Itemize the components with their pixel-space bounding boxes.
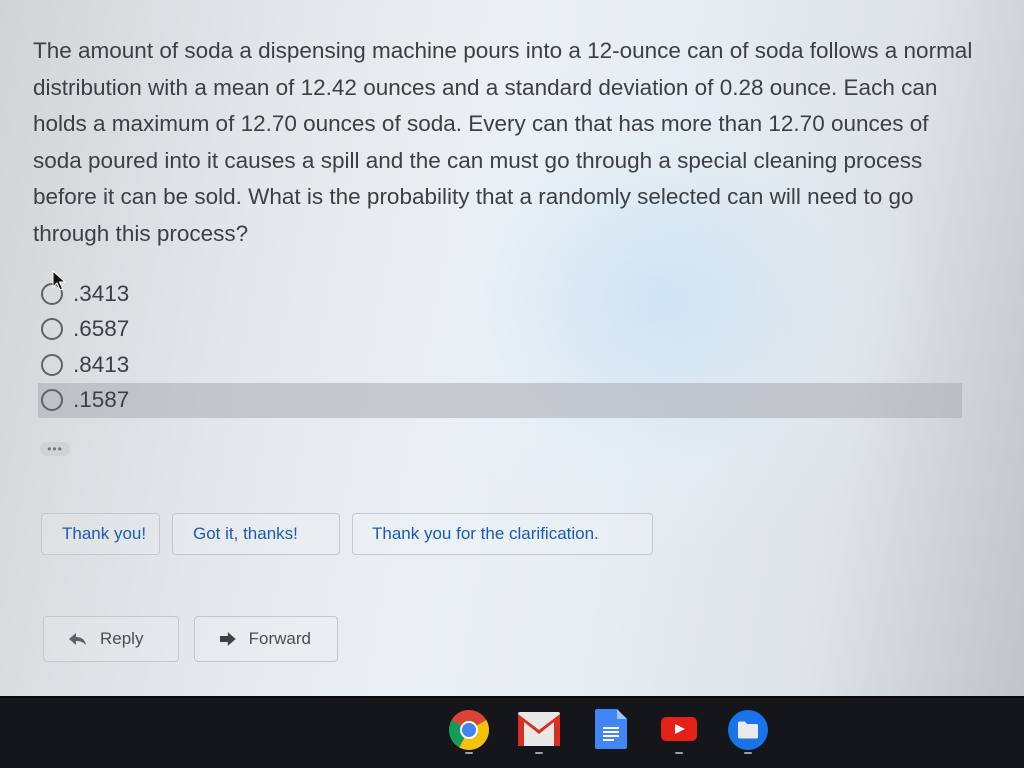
show-trimmed-content-button[interactable]: ••• (40, 442, 70, 456)
smart-reply-chip[interactable]: Got it, thanks! (172, 513, 340, 555)
docs-icon (595, 709, 627, 749)
gmail-icon (518, 712, 560, 746)
reply-label: Reply (100, 629, 144, 648)
shelf-app-docs[interactable] (590, 709, 632, 749)
running-indicator (744, 752, 752, 754)
running-indicator (675, 752, 683, 754)
shelf-app-files[interactable] (727, 709, 769, 750)
radio-button[interactable] (41, 318, 63, 341)
forward-button[interactable]: Forward (194, 616, 338, 662)
option-label: .1587 (73, 387, 130, 413)
answer-options: .3413 .6587 .8413 .1587 (38, 276, 962, 418)
option-label: .3413 (73, 280, 130, 306)
shelf-app-chrome[interactable] (448, 709, 490, 750)
smart-reply-chip[interactable]: Thank you for the clarification. (352, 513, 653, 555)
chrome-icon (449, 710, 489, 750)
forward-icon (219, 632, 236, 646)
option-1[interactable]: .3413 (38, 276, 962, 312)
radio-button[interactable] (41, 353, 63, 376)
mouse-cursor-icon (52, 270, 67, 291)
smart-replies: Thank you! Got it, thanks! Thank you for… (41, 513, 653, 555)
youtube-icon (661, 717, 697, 741)
files-icon (728, 710, 768, 750)
running-indicator (465, 752, 473, 754)
option-label: .6587 (73, 316, 130, 342)
reply-button[interactable]: Reply (43, 616, 179, 662)
option-2[interactable]: .6587 (38, 312, 962, 348)
question-text: The amount of soda a dispensing machine … (33, 38, 973, 246)
radio-button[interactable] (41, 389, 63, 412)
reply-icon (69, 633, 86, 645)
shelf-app-gmail[interactable] (518, 709, 560, 749)
option-4[interactable]: .1587 (38, 382, 962, 418)
running-indicator (535, 752, 543, 754)
forward-label: Forward (248, 629, 311, 648)
shelf-app-youtube[interactable] (658, 709, 700, 749)
option-3[interactable]: .8413 (38, 347, 962, 383)
chromeos-shelf (0, 698, 1024, 768)
option-label: .8413 (73, 351, 130, 377)
message-actions: Reply Forward (43, 616, 338, 662)
smart-reply-chip[interactable]: Thank you! (41, 513, 160, 555)
